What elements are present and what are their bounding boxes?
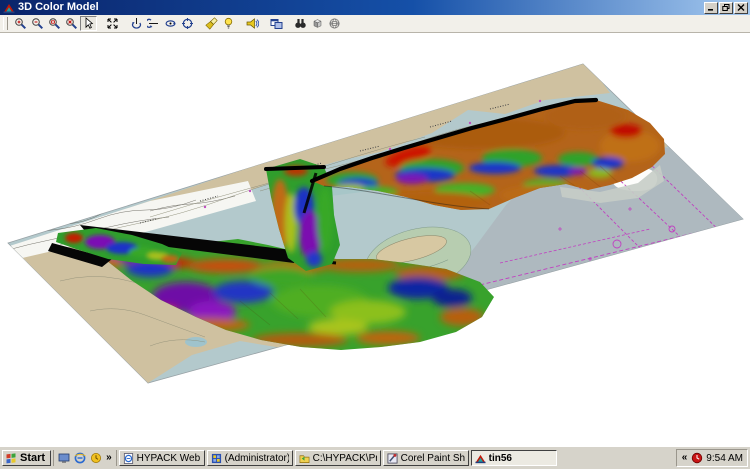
- solid-model-icon: [311, 17, 324, 30]
- tin56-app-icon: [475, 453, 486, 464]
- light-bulb-icon: [222, 17, 235, 30]
- show-desktop-button[interactable]: [57, 451, 71, 465]
- hypack-app-icon: [211, 453, 222, 464]
- start-button[interactable]: Start: [2, 450, 51, 466]
- quick-launch-overflow-chevron[interactable]: »: [105, 451, 113, 465]
- light-button[interactable]: [220, 16, 237, 31]
- announce-horn-icon: [246, 17, 259, 30]
- toolbar-drag-handle[interactable]: [3, 17, 8, 30]
- application-window: 3D Color Model: [0, 0, 750, 469]
- windows-flag-icon: [5, 452, 17, 464]
- task-button-corel-paint-shop-pro[interactable]: Corel Paint Shop Pro Phot...: [383, 450, 469, 466]
- solid-model-button[interactable]: [309, 16, 326, 31]
- zoom-out-icon: [31, 17, 44, 30]
- restore-icon: [722, 4, 730, 11]
- window-title: 3D Color Model: [18, 0, 703, 15]
- close-button[interactable]: [734, 2, 748, 14]
- system-tray: « 9:54 AM: [676, 449, 748, 467]
- rotate-y-button[interactable]: [145, 16, 162, 31]
- paint-shop-pro-icon: [387, 453, 398, 464]
- viewport-canvas[interactable]: [0, 33, 750, 446]
- quick-launch: »: [53, 450, 117, 466]
- select-button[interactable]: [80, 16, 97, 31]
- task-label: Corel Paint Shop Pro Phot...: [401, 453, 465, 464]
- task-button-administrator-hypack[interactable]: (Administrator) Hypack -...: [207, 450, 293, 466]
- cascade-windows-icon: [270, 17, 283, 30]
- zoom-in-button[interactable]: [12, 16, 29, 31]
- wireframe-globe-icon: [328, 17, 341, 30]
- select-arrow-icon: [82, 17, 95, 30]
- task-label: (Administrator) Hypack -...: [225, 453, 289, 464]
- rotate-x-button[interactable]: [128, 16, 145, 31]
- zoom-in-icon: [14, 17, 27, 30]
- close-icon: [737, 4, 745, 11]
- binoculars-button[interactable]: [292, 16, 309, 31]
- rotate-z-button[interactable]: [162, 16, 179, 31]
- outlook-button[interactable]: [89, 451, 103, 465]
- fit-view-icon: [106, 17, 119, 30]
- start-label: Start: [20, 452, 45, 464]
- web-document-icon: [123, 453, 134, 464]
- zoom-extents-button[interactable]: [63, 16, 80, 31]
- folder-icon: [299, 453, 310, 464]
- fit-view-button[interactable]: [104, 16, 121, 31]
- task-label: HYPACK Web Document...: [137, 453, 201, 464]
- flashlight-button[interactable]: [203, 16, 220, 31]
- minimize-button[interactable]: [704, 2, 718, 14]
- tray-chevron[interactable]: «: [681, 451, 689, 465]
- toolbar: [0, 15, 750, 33]
- tray-time[interactable]: 9:54 AM: [706, 453, 743, 464]
- app-icon: [3, 2, 15, 14]
- restore-button[interactable]: [719, 2, 733, 14]
- 3d-color-model-scene[interactable]: [0, 33, 750, 446]
- rotate-z-icon: [164, 17, 177, 30]
- task-button-tin56[interactable]: tin56: [471, 450, 557, 466]
- taskbar: Start »: [0, 446, 750, 469]
- outlook-icon: [90, 452, 102, 464]
- rotate-x-icon: [130, 17, 143, 30]
- task-button-hypack-projects-folder[interactable]: C:\HYPACK\Projects\Del...: [295, 450, 381, 466]
- cascade-windows-button[interactable]: [268, 16, 285, 31]
- binoculars-icon: [294, 17, 307, 30]
- task-button-hypack-web-document[interactable]: HYPACK Web Document...: [119, 450, 205, 466]
- center-view-icon: [181, 17, 194, 30]
- internet-explorer-button[interactable]: [73, 451, 87, 465]
- task-label: tin56: [489, 453, 512, 464]
- announce-button[interactable]: [244, 16, 261, 31]
- zoom-window-button[interactable]: [46, 16, 63, 31]
- zoom-extents-icon: [65, 17, 78, 30]
- title-bar[interactable]: 3D Color Model: [0, 0, 750, 15]
- internet-explorer-icon: [74, 452, 86, 464]
- zoom-out-button[interactable]: [29, 16, 46, 31]
- wireframe-globe-button[interactable]: [326, 16, 343, 31]
- center-view-button[interactable]: [179, 16, 196, 31]
- flashlight-icon: [205, 17, 218, 30]
- minimize-icon: [707, 4, 715, 11]
- tray-clock-icon[interactable]: [691, 452, 703, 464]
- task-label: C:\HYPACK\Projects\Del...: [313, 453, 377, 464]
- show-desktop-icon: [58, 452, 70, 464]
- zoom-window-icon: [48, 17, 61, 30]
- rotate-y-icon: [147, 17, 160, 30]
